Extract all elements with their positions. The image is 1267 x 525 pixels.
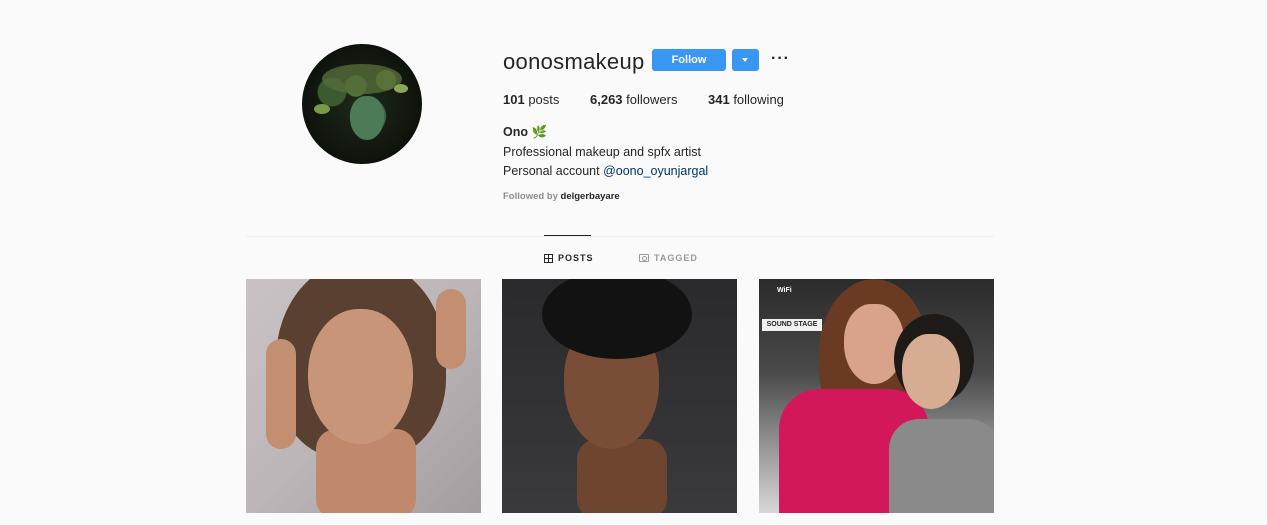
posts-count-stat: 101 posts xyxy=(503,92,559,107)
more-options-button[interactable]: ··· xyxy=(771,50,790,68)
post-image-detail xyxy=(308,309,413,444)
bio-personal-account-text: Personal account xyxy=(503,164,604,178)
post-image-detail xyxy=(266,339,296,449)
chevron-down-icon xyxy=(742,58,748,62)
active-tab-indicator xyxy=(544,235,591,236)
followers-label: followers xyxy=(622,92,678,107)
following-count: 341 xyxy=(708,92,730,107)
post-image-detail xyxy=(436,289,466,369)
tab-tagged-label: TAGGED xyxy=(654,253,698,263)
followed-by-label: Followed by xyxy=(503,191,561,202)
post-thumbnail[interactable]: WiFi SOUND STAGE xyxy=(759,279,994,513)
profile-avatar[interactable] xyxy=(302,44,422,164)
following-label: following xyxy=(729,92,784,107)
post-thumbnail[interactable] xyxy=(502,279,737,513)
avatar-leaf xyxy=(394,84,408,93)
followers-count: 6,263 xyxy=(590,92,623,107)
profile-username: oonosmakeup xyxy=(503,49,645,74)
tab-tagged[interactable]: TAGGED xyxy=(639,253,698,263)
follow-button[interactable]: Follow xyxy=(652,49,726,71)
post-image-detail xyxy=(577,439,667,513)
bio-full-name: Ono 🌿 xyxy=(503,125,548,139)
post-image-detail xyxy=(889,419,994,513)
post-image-detail xyxy=(542,279,692,359)
avatar-face xyxy=(350,96,384,140)
post-thumbnail[interactable] xyxy=(246,279,481,513)
tagged-photo-icon xyxy=(639,254,649,262)
bio-mention-link[interactable]: @oono_oyunjargal xyxy=(603,164,708,178)
followed-by: Followed by delgerbayare xyxy=(503,191,620,202)
tab-posts-label: POSTS xyxy=(558,253,594,263)
wifi-sign-text: WiFi xyxy=(777,287,792,294)
avatar-hair xyxy=(322,64,402,94)
tabs-divider xyxy=(246,236,994,237)
followed-by-user-link[interactable]: delgerbayare xyxy=(561,191,620,202)
bio-personal-account: Personal account @oono_oyunjargal xyxy=(503,164,708,178)
suggested-dropdown-button[interactable] xyxy=(732,49,759,71)
sound-stage-sign: SOUND STAGE xyxy=(762,319,822,331)
post-image-detail xyxy=(902,334,960,409)
tab-posts[interactable]: POSTS xyxy=(544,253,594,263)
following-stat[interactable]: 341 following xyxy=(708,92,784,107)
avatar-leaf xyxy=(314,104,330,114)
bio-description: Professional makeup and spfx artist xyxy=(503,145,702,159)
grid-icon xyxy=(544,253,553,263)
posts-label: posts xyxy=(524,92,560,107)
posts-count: 101 xyxy=(503,92,525,107)
followers-stat[interactable]: 6,263 followers xyxy=(590,92,677,107)
